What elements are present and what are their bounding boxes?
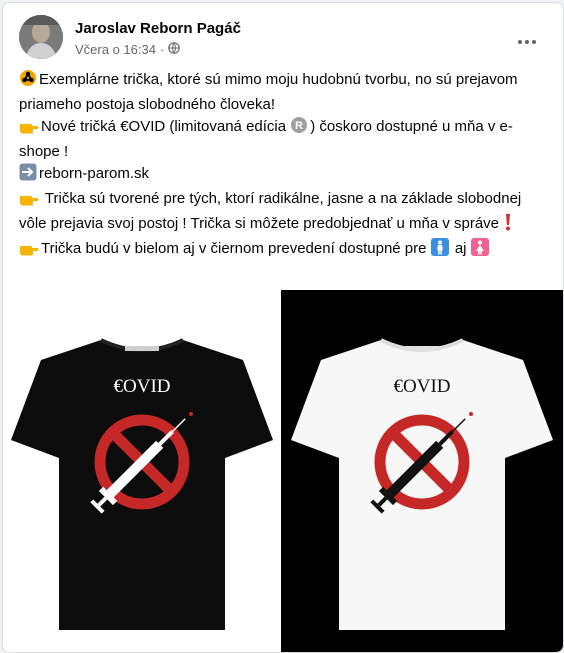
author-name[interactable]: Jaroslav Reborn Pagáč <box>75 20 241 37</box>
text-line-1: Exemplárne trička, ktoré sú mimo moju hu… <box>19 69 518 113</box>
male-sign-icon <box>430 238 449 263</box>
post-text: Exemplárne trička, ktoré sú mimo moju hu… <box>19 69 551 263</box>
red-exclamation-icon <box>503 213 513 238</box>
more-options-button[interactable] <box>509 23 545 59</box>
text-line-5: Trička budú v bielom aj v čiernom preved… <box>19 238 551 263</box>
svg-text:R: R <box>295 120 303 132</box>
registered-icon: R <box>290 116 308 141</box>
author-avatar[interactable] <box>19 15 63 59</box>
eshop-link[interactable]: reborn-parom.sk <box>39 165 149 182</box>
post-time[interactable]: Včera o 16:34 <box>75 42 156 57</box>
image-right-panel: €OVID <box>281 290 563 652</box>
text-line-4: Trička sú tvorené pre tých, ktorí radiká… <box>19 188 551 238</box>
biohazard-icon <box>19 69 37 94</box>
more-options-icon <box>517 32 537 50</box>
right-arrow-icon <box>19 163 37 188</box>
backhand-index-pointing-right-icon <box>19 118 39 141</box>
image-left-panel: €OVID <box>3 290 281 652</box>
shirt-text-left: €OVID <box>114 376 171 397</box>
backhand-index-pointing-right-icon <box>19 190 39 213</box>
text-line-3: reborn-parom.sk <box>19 163 551 188</box>
post-card: Jaroslav Reborn Pagáč Včera o 16:34 · Ex… <box>2 2 564 653</box>
white-tshirt: €OVID <box>291 338 553 630</box>
backhand-index-pointing-right-icon <box>19 240 39 263</box>
post-meta: Včera o 16:34 · <box>75 42 181 57</box>
post-image[interactable]: €OVID €OVID <box>3 290 563 652</box>
globe-icon <box>168 42 181 57</box>
meta-separator: · <box>159 42 165 57</box>
black-tshirt: €OVID <box>11 338 273 630</box>
shirt-text-right: €OVID <box>394 376 451 397</box>
text-line-2: Nové tričká €OVID (limitovaná edícia R) … <box>19 116 513 160</box>
post-header: Jaroslav Reborn Pagáč Včera o 16:34 · <box>19 15 547 63</box>
female-sign-icon <box>470 238 489 263</box>
